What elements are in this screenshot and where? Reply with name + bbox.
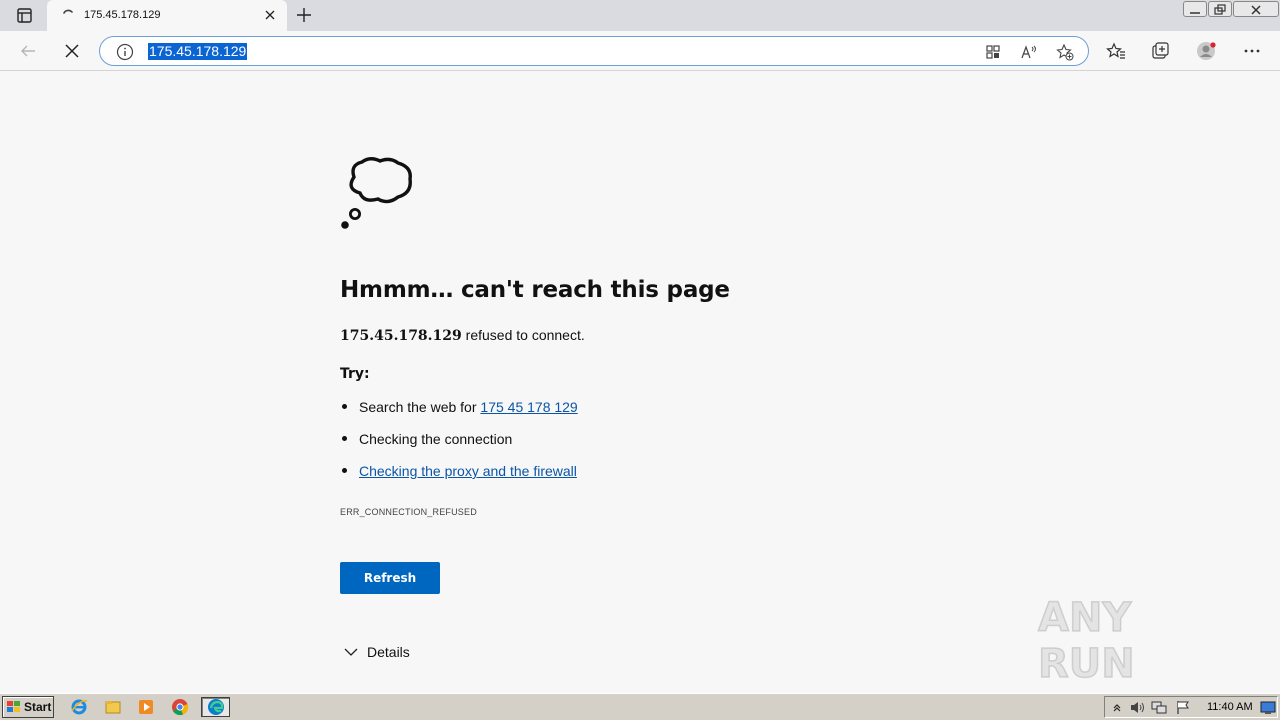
suggestion-proxy: Checking the proxy and the firewall (340, 463, 577, 479)
edge-icon[interactable] (201, 697, 230, 717)
browser-tab[interactable]: 175.45.178.129 (47, 0, 287, 31)
check-connection-text: Checking the connection (359, 431, 513, 447)
navigation-toolbar: 175.45.178.129 (0, 31, 1280, 71)
stop-loading-icon[interactable] (62, 41, 82, 61)
thought-cloud-icon (341, 157, 412, 229)
error-refused-text: refused to connect. (461, 327, 585, 343)
taskbar: Start 11:40 AM (0, 693, 1280, 720)
loading-spinner-icon (63, 9, 73, 14)
error-message: 175.45.178.129 refused to connect. (340, 327, 585, 344)
start-button[interactable]: Start (2, 696, 54, 718)
system-tray: 11:40 AM (1104, 696, 1278, 718)
tab-title: 175.45.178.129 (84, 9, 161, 21)
show-hidden-icons-icon[interactable] (1109, 700, 1125, 715)
tab-actions-icon[interactable] (8, 6, 40, 26)
try-label: Try: (340, 366, 370, 382)
error-code: ERR_CONNECTION_REFUSED (340, 507, 477, 517)
show-desktop-icon[interactable] (1260, 700, 1276, 715)
profile-avatar-icon[interactable] (1196, 41, 1216, 61)
close-tab-icon[interactable] (264, 9, 276, 21)
watermark-text: ANY RUN (1037, 594, 1135, 688)
add-favorite-icon[interactable] (1056, 43, 1074, 61)
clock[interactable]: 11:40 AM (1207, 701, 1253, 713)
internet-explorer-icon[interactable] (68, 697, 90, 717)
search-prefix: Search the web for (359, 399, 481, 415)
bullet-icon (342, 404, 347, 410)
site-info-icon[interactable] (116, 43, 134, 61)
more-options-icon[interactable] (1242, 41, 1262, 61)
file-explorer-icon[interactable] (102, 697, 124, 717)
action-center-flag-icon[interactable] (1175, 700, 1191, 715)
new-tab-icon[interactable] (296, 7, 312, 23)
chevron-down-icon (344, 648, 358, 656)
read-aloud-icon[interactable] (1020, 43, 1038, 61)
close-window-icon[interactable] (1233, 1, 1279, 17)
search-web-link[interactable]: 175 45 178 129 (480, 399, 577, 415)
error-heading: Hmmm… can't reach this page (340, 277, 730, 303)
bullet-icon (342, 436, 347, 442)
restore-icon[interactable] (1208, 1, 1232, 17)
tab-bar: 175.45.178.129 (0, 0, 1280, 31)
network-icon[interactable] (1151, 700, 1167, 715)
error-host: 175.45.178.129 (340, 328, 462, 344)
back-icon[interactable] (18, 41, 38, 61)
volume-icon[interactable] (1129, 700, 1145, 715)
address-url[interactable]: 175.45.178.129 (148, 43, 248, 60)
windows-logo-icon (7, 701, 20, 712)
bullet-icon (342, 468, 347, 474)
minimize-icon[interactable] (1183, 1, 1207, 17)
details-label: Details (367, 644, 410, 660)
app-available-icon[interactable] (984, 43, 1002, 61)
address-bar[interactable]: 175.45.178.129 (99, 36, 1089, 66)
anyrun-watermark: ANY RUN (1037, 594, 1234, 688)
suggestion-connection: Checking the connection (340, 431, 512, 447)
start-label: Start (24, 700, 52, 714)
refresh-button[interactable]: Refresh (340, 562, 440, 594)
suggestion-search: Search the web for 175 45 178 129 (340, 399, 578, 415)
favorites-icon[interactable] (1106, 41, 1126, 61)
media-player-icon[interactable] (135, 697, 157, 717)
chrome-icon[interactable] (169, 697, 191, 717)
check-proxy-link[interactable]: Checking the proxy and the firewall (359, 463, 577, 479)
collections-icon[interactable] (1150, 41, 1170, 61)
details-toggle[interactable]: Details (340, 643, 410, 661)
